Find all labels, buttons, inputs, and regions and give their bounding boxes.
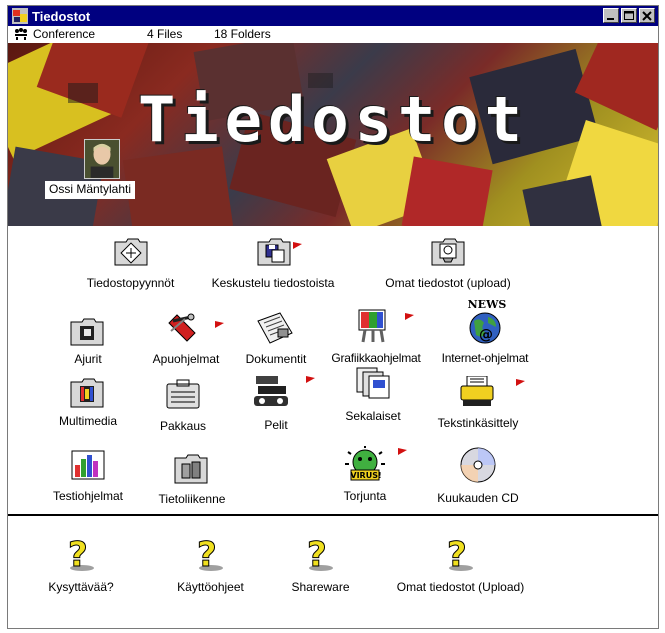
item-label: Torjunta bbox=[343, 489, 387, 503]
test-programs-icon bbox=[71, 450, 105, 480]
item-label: Pakkaus bbox=[159, 419, 207, 433]
window-title: Tiedostot bbox=[32, 9, 91, 24]
question-mark-icon: ? bbox=[307, 536, 333, 572]
typewriter-icon bbox=[460, 376, 494, 406]
item-label: Tiedostopyynnöt bbox=[86, 276, 175, 290]
item-label: Tietoliikenne bbox=[158, 492, 226, 506]
close-button[interactable] bbox=[639, 8, 655, 23]
folder-multimedia-icon bbox=[70, 378, 104, 408]
folder-telecom-icon bbox=[174, 454, 208, 484]
new-flag-icon bbox=[516, 379, 525, 386]
misc-icon bbox=[356, 367, 390, 399]
conference-label[interactable]: Conference bbox=[33, 27, 95, 41]
svg-text:?: ? bbox=[447, 536, 467, 572]
item-label: Pelit bbox=[264, 418, 288, 432]
item-label: Grafiikkaohjelmat bbox=[331, 351, 421, 365]
svg-text:?: ? bbox=[307, 536, 327, 572]
main-window: Tiedostot Conference 4 Files 18 Folders bbox=[7, 5, 659, 629]
package-icon bbox=[166, 379, 200, 409]
item-label: Shareware bbox=[291, 580, 350, 594]
item-label: Kuukauden CD bbox=[437, 491, 519, 505]
maximize-icon bbox=[624, 11, 634, 20]
files-count: 4 Files bbox=[147, 27, 183, 41]
new-flag-icon bbox=[405, 313, 414, 320]
item-label: Keskustelu tiedostoista bbox=[211, 276, 335, 290]
section-divider bbox=[8, 514, 658, 516]
item-label: Dokumentit bbox=[245, 352, 307, 366]
question-mark-icon: ? bbox=[197, 536, 223, 572]
item-label: Internet-ohjelmat bbox=[441, 351, 529, 365]
folder-upload-icon bbox=[431, 238, 465, 266]
app-icon bbox=[12, 8, 28, 24]
toolkit-icon bbox=[168, 313, 196, 342]
virus-icon-text: VIRUS! bbox=[350, 471, 382, 480]
item-label: Apuohjelmat bbox=[152, 352, 220, 366]
new-flag-icon bbox=[215, 321, 224, 328]
svg-text:@: @ bbox=[479, 327, 493, 343]
item-label: Sekalaiset bbox=[345, 409, 401, 423]
banner: Tiedostot Ossi Mäntylahti bbox=[8, 43, 658, 226]
item-label: Kysyttävää? bbox=[48, 580, 114, 594]
svg-text:?: ? bbox=[197, 536, 217, 572]
folder-drivers-icon bbox=[70, 318, 104, 346]
minimize-icon bbox=[607, 18, 614, 20]
user-avatar[interactable] bbox=[84, 139, 120, 179]
graphics-icon bbox=[358, 309, 386, 343]
question-mark-icon: ? bbox=[447, 536, 473, 572]
minimize-button[interactable] bbox=[603, 8, 619, 23]
item-label: Multimedia bbox=[58, 414, 118, 428]
svg-text:?: ? bbox=[68, 536, 88, 572]
info-bar: Conference 4 Files 18 Folders bbox=[8, 26, 658, 42]
maximize-button[interactable] bbox=[621, 8, 637, 23]
item-label: Testiohjelmat bbox=[52, 489, 124, 503]
title-bar[interactable]: Tiedostot bbox=[8, 6, 658, 26]
folders-count: 18 Folders bbox=[214, 27, 271, 41]
cd-icon bbox=[460, 447, 496, 483]
new-flag-icon bbox=[398, 448, 407, 455]
news-icon-text: NEWS bbox=[467, 298, 507, 311]
new-flag-icon bbox=[306, 376, 315, 383]
games-icon bbox=[254, 376, 288, 406]
documents-icon bbox=[257, 312, 293, 344]
globe-icon: @ bbox=[469, 312, 501, 344]
item-label: Omat tiedostot (upload) bbox=[385, 276, 511, 290]
user-name-label: Ossi Mäntylahti bbox=[45, 181, 136, 199]
folder-request-icon bbox=[114, 238, 148, 266]
item-label: Omat tiedostot (Upload) bbox=[396, 580, 525, 594]
conference-icon bbox=[15, 28, 27, 40]
item-label: Ajurit bbox=[74, 352, 102, 366]
item-label: Tekstinkäsittely bbox=[437, 416, 519, 430]
item-label: Käyttöohjeet bbox=[177, 580, 244, 594]
new-flag-icon bbox=[293, 242, 302, 249]
close-icon bbox=[642, 11, 652, 21]
folder-discussion-icon bbox=[257, 238, 291, 266]
question-mark-icon: ? bbox=[68, 536, 94, 572]
